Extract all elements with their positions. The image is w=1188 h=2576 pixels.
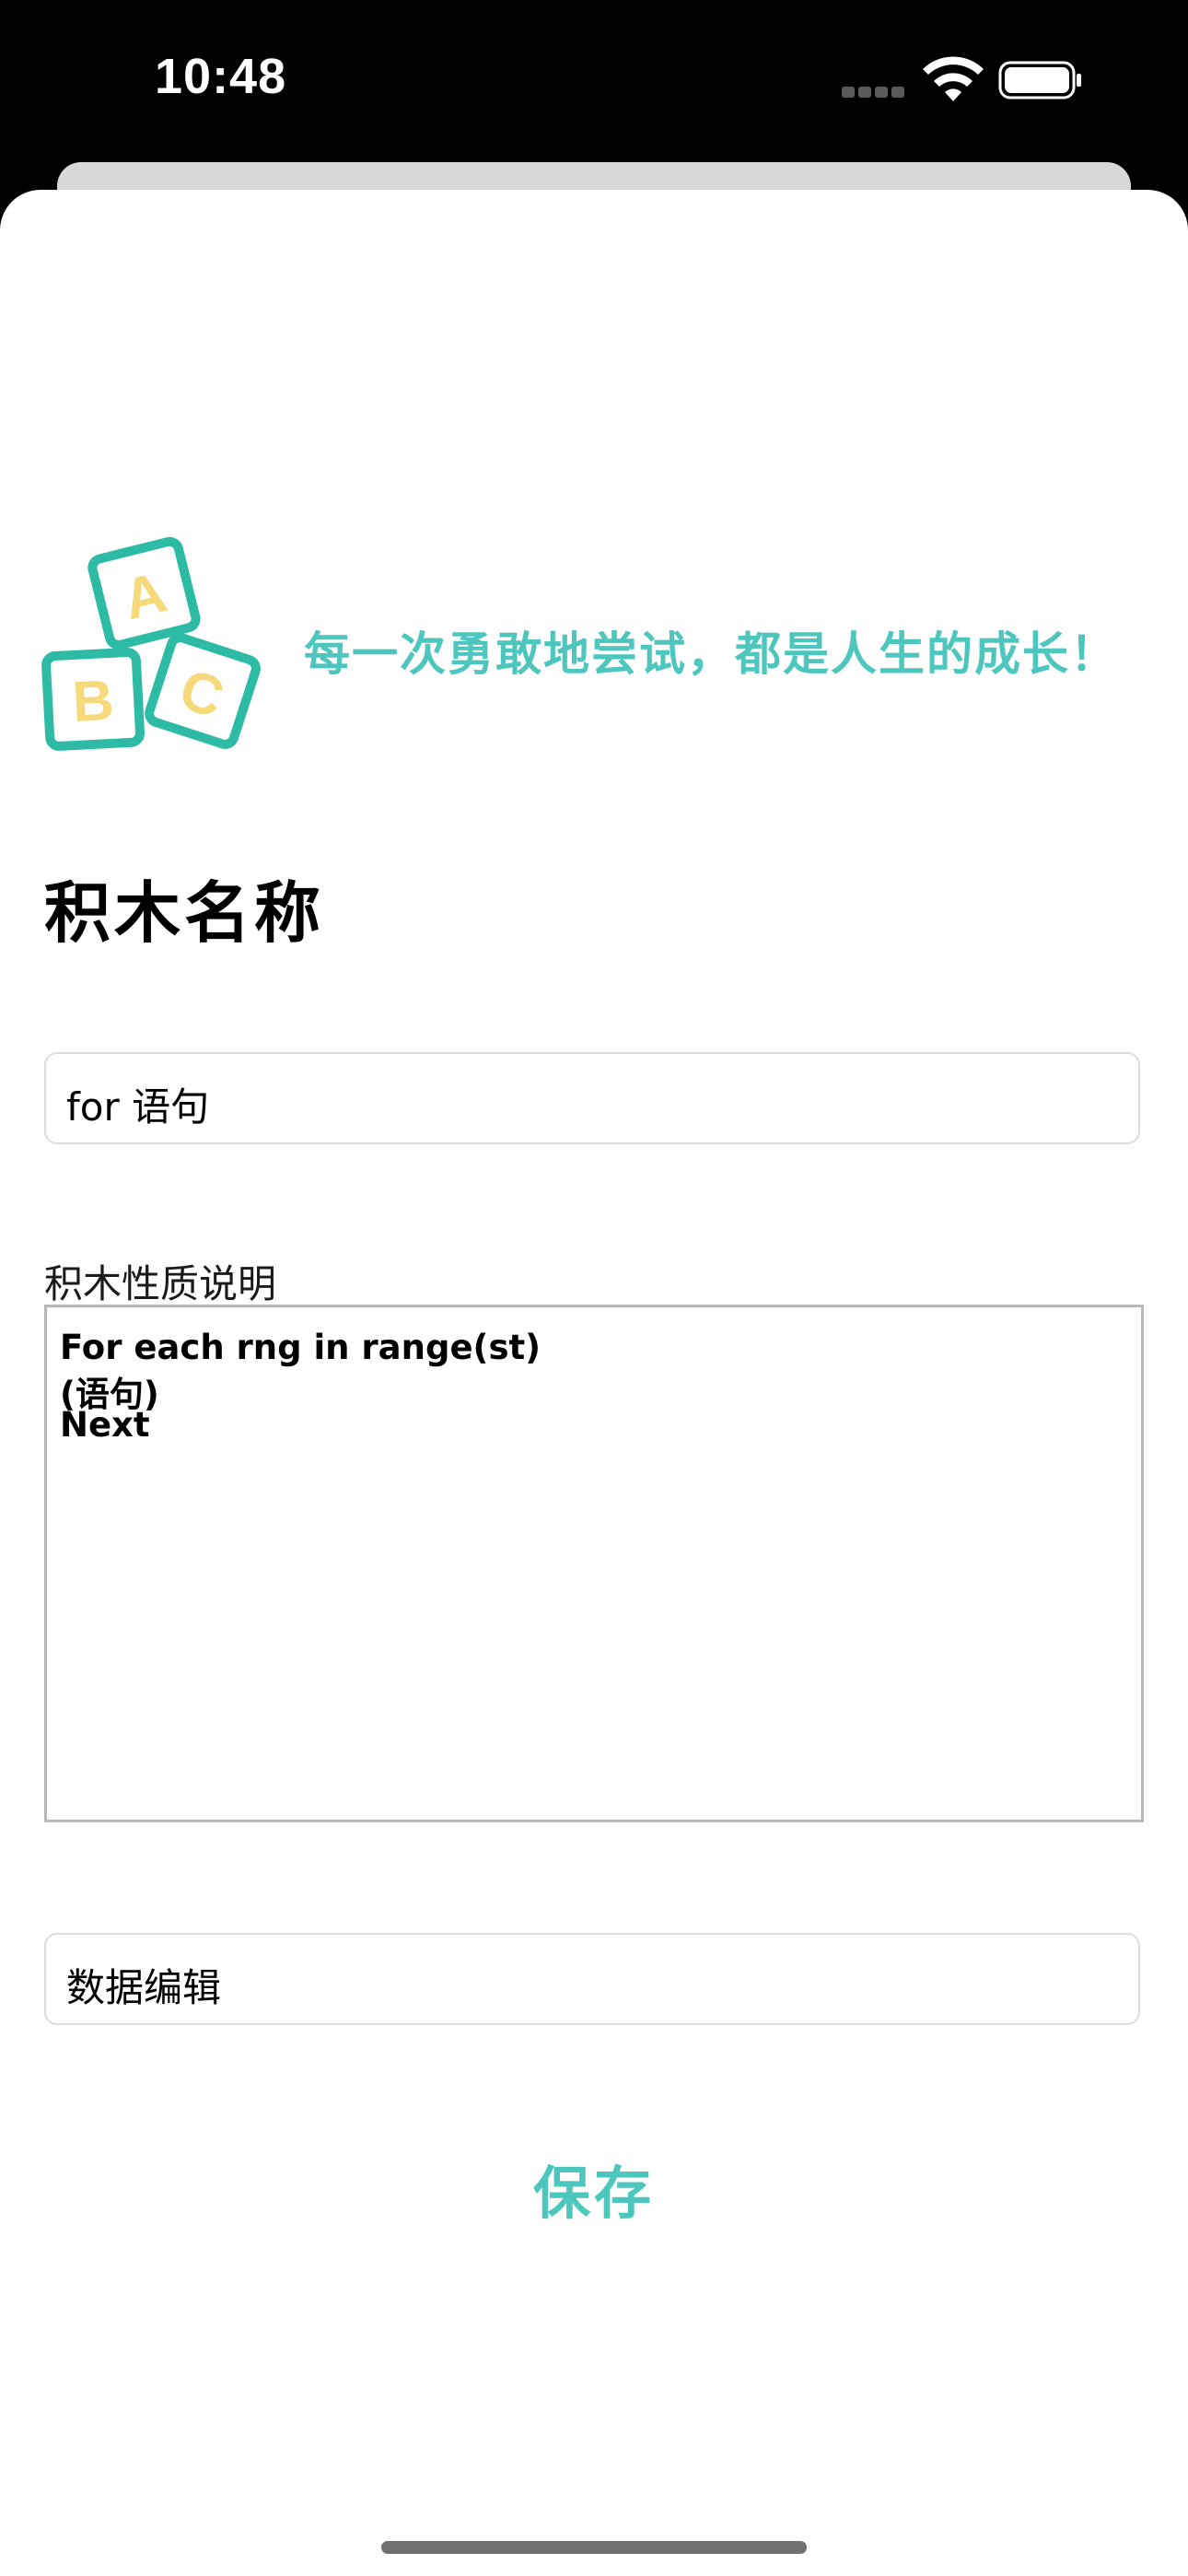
block-name-input[interactable]: for 语句 [44, 1052, 1140, 1144]
description-line: Next [60, 1405, 150, 1445]
page-title: 积木名称 [44, 874, 325, 952]
home-indicator[interactable] [381, 2541, 807, 2554]
description-label: 积木性质说明 [44, 1261, 277, 1306]
abc-blocks-icon: A B C [41, 536, 261, 751]
data-edit-value: 数据编辑 [66, 1965, 222, 2010]
status-time: 10:48 [155, 49, 287, 104]
slogan: 每一次勇敢地尝试，都是人生的成长！ [304, 627, 1118, 681]
banner: A B C 每一次勇敢地尝试，都是人生的成长！ [41, 534, 1164, 755]
description-line: For each rng in range(st) [60, 1328, 542, 1367]
block-letter-b: B [71, 669, 115, 734]
save-button[interactable]: 保存 [479, 2147, 709, 2230]
cellular-signal-icon [842, 87, 906, 100]
data-edit-input[interactable]: 数据编辑 [44, 1933, 1140, 2025]
block-name-value: for 语句 [66, 1084, 210, 1130]
description-textarea[interactable]: For each rng in range(st) (语句) Next [44, 1305, 1144, 1822]
wifi-icon [923, 56, 984, 101]
battery-icon [998, 61, 1081, 100]
